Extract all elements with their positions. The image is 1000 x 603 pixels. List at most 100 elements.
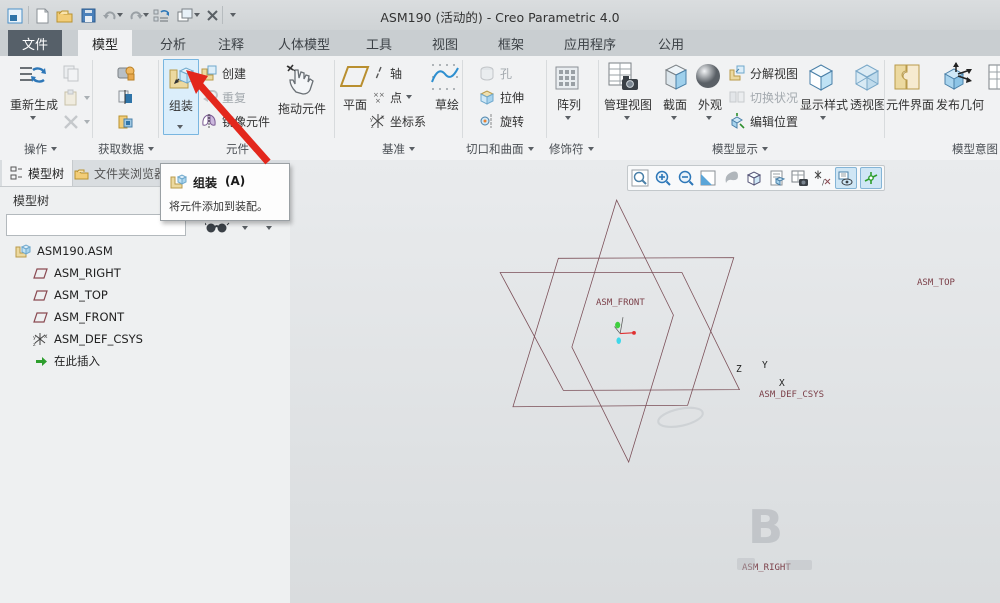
delete-button[interactable] (62, 112, 90, 132)
manage-views-label: 管理视图 (604, 98, 653, 112)
tab-file[interactable]: 文件 (8, 30, 63, 56)
zoom-in-icon[interactable] (653, 168, 673, 188)
tree-row-assembly[interactable]: ASM190.ASM (14, 240, 113, 262)
point-button[interactable]: ×× × 点 (372, 87, 413, 107)
x-axis-handle[interactable] (632, 330, 636, 335)
display-style-caret[interactable] (820, 116, 826, 120)
tab-manikin[interactable]: 人体模型 (264, 30, 344, 56)
graphics-toolbar: / (627, 165, 885, 191)
group-get-data[interactable]: 获取数据 (98, 140, 154, 157)
shrinkwrap-button[interactable] (117, 112, 135, 130)
manage-views-caret[interactable] (624, 116, 630, 120)
tree-row-asm-right[interactable]: ASM_RIGHT (33, 262, 121, 284)
extrude-button[interactable]: 拉伸 (478, 87, 524, 107)
hole-label: 孔 (500, 66, 513, 81)
zoom-out-icon[interactable] (676, 168, 696, 188)
tab-model-tree[interactable]: 模型树 (2, 160, 74, 186)
svg-text:x: x (381, 114, 385, 121)
tab-view[interactable]: 视图 (418, 30, 472, 56)
saved-orientations-icon[interactable] (767, 168, 787, 188)
tree-row-asm-front[interactable]: ASM_FRONT (33, 306, 124, 328)
display-style-button[interactable] (806, 62, 836, 92)
copy-button[interactable] (62, 64, 80, 82)
display-style-toggle-icon[interactable] (744, 168, 764, 188)
tree-row-asm-def-csys[interactable]: x yz ASM_DEF_CSYS (33, 328, 143, 350)
plane-button[interactable] (340, 64, 370, 90)
y-axis-handle[interactable] (616, 337, 622, 344)
group-operations[interactable]: 操作 (24, 140, 57, 157)
appearance-button[interactable] (694, 62, 722, 90)
tab-applications[interactable]: 应用程序 (550, 30, 630, 56)
group-datum[interactable]: 基准 (382, 140, 415, 157)
group-caret (762, 146, 768, 151)
axis-button[interactable]: 轴 (372, 63, 402, 83)
assemble-tooltip: 组装 (A) 将元件添加到装配。 (160, 163, 290, 221)
tab-framework[interactable]: 框架 (484, 30, 538, 56)
tab-folder-browser[interactable]: 文件夹浏览器 (66, 160, 174, 186)
repeat-button[interactable]: 重复 (200, 87, 246, 107)
create-label: 创建 (222, 66, 247, 81)
regenerate-button[interactable] (18, 62, 46, 90)
create-button[interactable]: 创建 (200, 63, 246, 83)
datum-display-filter-icon[interactable]: / (813, 168, 833, 188)
regenerate-caret[interactable] (30, 116, 36, 120)
asm-top-plane-label[interactable]: ASM_TOP (917, 278, 955, 288)
tree-row-insert-here[interactable]: 在此插入 (35, 350, 100, 372)
z-axis-handle[interactable] (615, 321, 621, 329)
hole-button[interactable]: 孔 (478, 63, 512, 83)
copy-geometry-button[interactable] (117, 88, 135, 106)
appearance-caret[interactable] (706, 116, 712, 120)
perspective-button[interactable] (852, 62, 882, 92)
assemble-button[interactable]: 组装 (163, 59, 199, 135)
window-title: ASM190 (活动的) - Creo Parametric 4.0 (380, 10, 620, 25)
spin-center-icon[interactable] (860, 167, 882, 189)
manage-views-button[interactable] (608, 62, 640, 92)
assemble-caret[interactable] (177, 125, 183, 129)
pattern-button[interactable] (554, 63, 582, 91)
annotation-display-icon[interactable] (835, 167, 858, 189)
section-button[interactable] (660, 63, 688, 91)
zoom-region-icon[interactable] (630, 168, 650, 188)
drag-component-label: 拖动元件 (277, 102, 326, 116)
group-cut-surface[interactable]: 切口和曲面 (466, 140, 534, 157)
drag-component-button[interactable] (284, 62, 318, 96)
family-table-button[interactable] (988, 62, 1000, 92)
asm-def-csys-label[interactable]: ASM_DEF_CSYS (759, 390, 824, 400)
tab-model[interactable]: 模型 (78, 30, 133, 56)
refit-icon[interactable] (698, 168, 718, 188)
edit-position-button[interactable]: 编辑位置 (728, 111, 798, 131)
tab-common[interactable]: 公用 (644, 30, 698, 56)
pattern-caret[interactable] (565, 116, 571, 120)
publish-geometry-button[interactable] (942, 62, 974, 92)
tree-search-input[interactable] (6, 214, 186, 236)
toggle-status-button[interactable]: 切换状况 (728, 87, 798, 107)
component-interface-button[interactable] (892, 62, 922, 92)
user-defined-feature-button[interactable] (116, 64, 136, 82)
datum-plane-icon (33, 289, 48, 301)
view-manager-icon[interactable] (790, 168, 810, 188)
mirror-component-button[interactable]: 镜像元件 (200, 111, 270, 131)
tree-settings-caret[interactable] (266, 226, 272, 230)
explode-view-button[interactable]: 分解视图 (728, 63, 798, 83)
search-glasses-icon[interactable] (205, 220, 231, 234)
paste-button[interactable] (62, 88, 90, 108)
group-component-label: 元件 (226, 141, 249, 156)
group-model-display[interactable]: 模型显示 (712, 140, 768, 157)
tab-annotate[interactable]: 注释 (204, 30, 258, 56)
point-caret[interactable] (406, 95, 413, 99)
group-model-intent[interactable]: 模型意图 (952, 140, 1000, 157)
asm-front-plane-label[interactable]: ASM_FRONT (596, 298, 645, 308)
component-interface-label: 元件界面 (886, 98, 935, 112)
tab-analysis[interactable]: 分析 (146, 30, 200, 56)
svg-text:/: / (822, 178, 825, 187)
repaint-icon[interactable] (721, 168, 741, 188)
group-modifiers[interactable]: 修饰符 (549, 140, 594, 157)
tree-row-asm-top[interactable]: ASM_TOP (33, 284, 108, 306)
tree-filter-caret[interactable] (242, 226, 248, 230)
revolve-button[interactable]: 旋转 (478, 111, 524, 131)
csys-button[interactable]: x yz 坐标系 (370, 111, 426, 131)
sketch-button[interactable] (430, 62, 460, 92)
tab-tools[interactable]: 工具 (352, 30, 406, 56)
group-component[interactable]: 元件 (226, 140, 259, 157)
section-caret[interactable] (671, 116, 677, 120)
